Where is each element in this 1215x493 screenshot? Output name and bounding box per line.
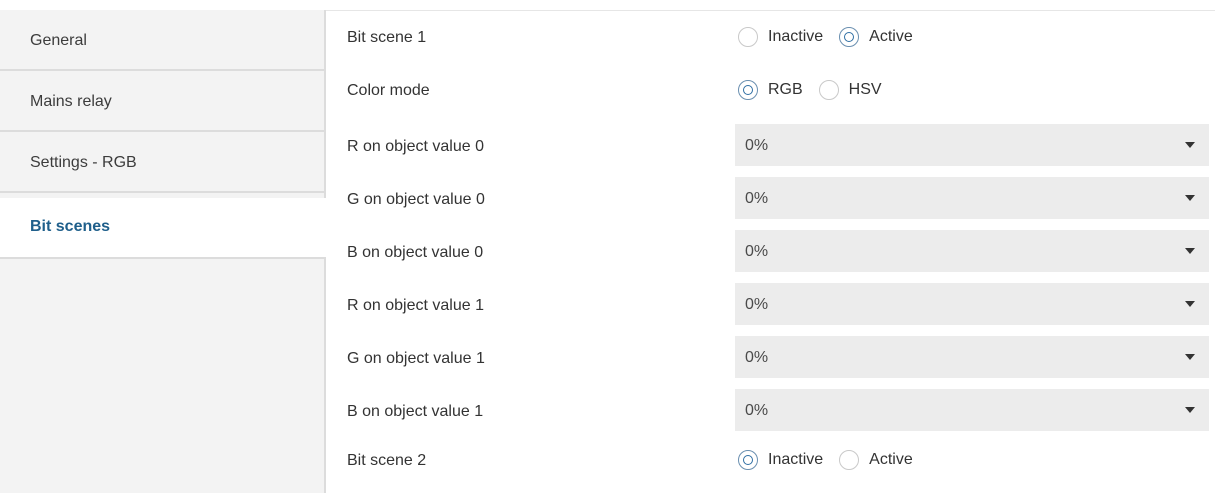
color-mode-hsv-radio[interactable]: HSV	[818, 80, 882, 100]
param-label: B on object value 0	[347, 244, 484, 261]
dropdown-value: 0%	[745, 137, 769, 154]
sidebar-item-label: Bit scenes	[30, 218, 111, 235]
param-row-r-on-object-value-1: R on object value 1 0%	[326, 279, 1215, 332]
dropdown-value: 0%	[745, 243, 769, 260]
bit-scene-1-radio-group: Inactive Active	[738, 24, 929, 50]
color-mode-rgb-radio[interactable]: RGB	[738, 80, 803, 100]
b-on-object-value-1-dropdown[interactable]: 0%	[735, 389, 1209, 431]
sidebar: General Mains relay Settings - RGB Bit s…	[0, 10, 326, 493]
chevron-down-icon	[1185, 195, 1195, 201]
radio-unchecked-icon	[738, 27, 758, 47]
bit-scene-2-active-radio[interactable]: Active	[839, 450, 913, 470]
app-window: General Mains relay Settings - RGB Bit s…	[0, 0, 1215, 493]
radio-label: RGB	[768, 81, 803, 98]
sidebar-item-general[interactable]: General	[0, 10, 324, 71]
sidebar-item-label: Mains relay	[30, 93, 112, 110]
param-label: Bit scene 2	[347, 452, 427, 469]
param-row-g-on-object-value-0: G on object value 0 0%	[326, 173, 1215, 226]
color-mode-radio-group: RGB HSV	[738, 77, 898, 103]
param-label: B on object value 1	[347, 403, 484, 420]
r-on-object-value-0-dropdown[interactable]: 0%	[735, 124, 1209, 166]
radio-checked-icon	[738, 450, 758, 470]
param-label: R on object value 1	[347, 297, 484, 314]
sidebar-item-settings-rgb[interactable]: Settings - RGB	[0, 132, 324, 193]
param-row-color-mode: Color mode RGB HSV	[326, 64, 1215, 117]
dropdown-value: 0%	[745, 349, 769, 366]
bit-scene-2-radio-group: Inactive Active	[738, 447, 929, 473]
dropdown-value: 0%	[745, 190, 769, 207]
radio-unchecked-icon	[818, 80, 839, 100]
sidebar-item-mains-relay[interactable]: Mains relay	[0, 71, 324, 132]
chevron-down-icon	[1185, 354, 1195, 360]
sidebar-item-label: Settings - RGB	[30, 154, 137, 171]
chevron-down-icon	[1185, 248, 1195, 254]
radio-unchecked-icon	[839, 450, 860, 470]
param-label: G on object value 0	[347, 191, 485, 208]
g-on-object-value-1-dropdown[interactable]: 0%	[735, 336, 1209, 378]
bit-scene-1-active-radio[interactable]: Active	[839, 27, 913, 47]
g-on-object-value-0-dropdown[interactable]: 0%	[735, 177, 1209, 219]
radio-label: Active	[869, 451, 913, 468]
param-label: G on object value 1	[347, 350, 485, 367]
param-label: Bit scene 1	[347, 29, 427, 46]
sidebar-item-label: General	[30, 32, 87, 49]
radio-label: HSV	[848, 81, 882, 98]
param-row-bit-scene-1: Bit scene 1 Inactive Active	[326, 11, 1215, 64]
b-on-object-value-0-dropdown[interactable]: 0%	[735, 230, 1209, 272]
param-row-r-on-object-value-0: R on object value 0 0%	[326, 120, 1215, 173]
r-on-object-value-1-dropdown[interactable]: 0%	[735, 283, 1209, 325]
sidebar-item-bit-scenes[interactable]: Bit scenes	[0, 198, 326, 259]
dropdown-value: 0%	[745, 296, 769, 313]
bit-scene-2-inactive-radio[interactable]: Inactive	[738, 450, 823, 470]
bit-scene-1-inactive-radio[interactable]: Inactive	[738, 27, 823, 47]
radio-label: Active	[869, 28, 913, 45]
param-row-bit-scene-2: Bit scene 2 Inactive Active	[326, 434, 1215, 487]
param-row-g-on-object-value-1: G on object value 1 0%	[326, 332, 1215, 385]
param-label: Color mode	[347, 82, 430, 99]
radio-checked-icon	[738, 80, 758, 100]
dropdown-value: 0%	[745, 402, 769, 419]
radio-checked-icon	[839, 27, 860, 47]
radio-label: Inactive	[768, 451, 824, 468]
chevron-down-icon	[1185, 407, 1195, 413]
param-label: R on object value 0	[347, 138, 484, 155]
param-row-b-on-object-value-1: B on object value 1 0%	[326, 385, 1215, 438]
chevron-down-icon	[1185, 301, 1195, 307]
radio-label: Inactive	[768, 28, 824, 45]
chevron-down-icon	[1185, 142, 1195, 148]
param-row-b-on-object-value-0: B on object value 0 0%	[326, 226, 1215, 279]
